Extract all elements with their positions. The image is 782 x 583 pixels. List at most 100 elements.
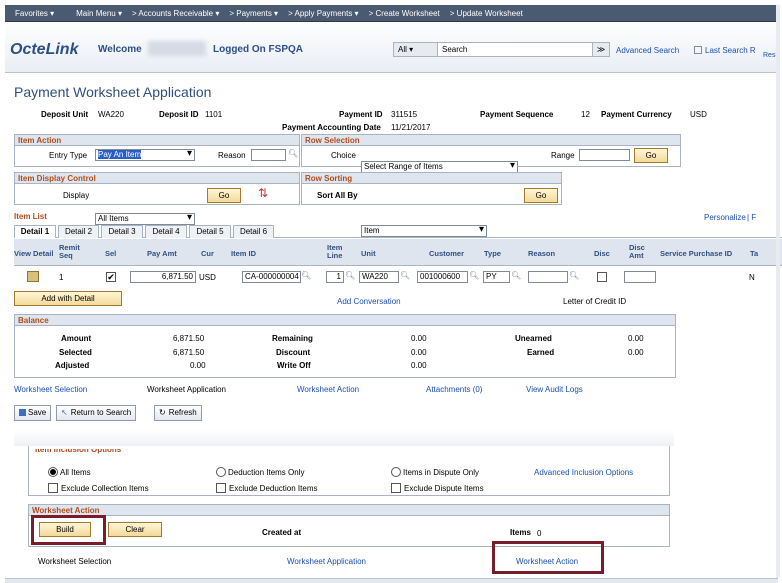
welcome-text: Welcome (98, 44, 142, 55)
reason-input[interactable] (251, 149, 286, 161)
save-button[interactable]: Save (14, 405, 52, 421)
row-reason-input[interactable] (528, 271, 568, 283)
payment-currency-label: Payment Currency (601, 110, 672, 119)
scrollbar[interactable] (776, 5, 780, 578)
breadcrumb-accounts-receivable[interactable]: > Accounts Receivable ▾ (132, 9, 219, 18)
items-in-dispute-only-radio[interactable] (391, 467, 401, 477)
search-icon[interactable]: 🔍︎ (288, 149, 298, 158)
worksheet-application-link[interactable]: Worksheet Application (287, 557, 366, 566)
attachments-link[interactable]: Attachments (0) (426, 385, 482, 394)
refresh-icon: ↻ (159, 408, 166, 417)
exclude-dispute-items-checkbox[interactable] (391, 483, 401, 493)
refresh-button[interactable]: ↻ Refresh (154, 405, 202, 421)
range-input[interactable] (579, 149, 630, 161)
tab-detail-5[interactable]: Detail 5 (189, 225, 231, 238)
amount-value: 6,871.50 (173, 334, 205, 343)
col-disc-amt: Disc Amt (629, 243, 645, 260)
type-lookup-icon[interactable]: 🔍︎ (511, 271, 521, 280)
payment-sequence-label: Payment Sequence (480, 110, 554, 119)
items-in-dispute-only-label: Items in Dispute Only (403, 468, 480, 477)
row-sorting-go-button[interactable]: Go (524, 188, 558, 203)
display-label: Display (63, 191, 90, 200)
row-unit-input[interactable]: WA220 (359, 271, 399, 283)
reason-label: Reason (218, 151, 246, 160)
row-disc-amt-input[interactable] (624, 271, 656, 283)
clear-button[interactable]: Clear (108, 522, 162, 537)
exclude-deduction-items-checkbox[interactable] (216, 483, 226, 493)
earned-label: Earned (527, 348, 555, 357)
breadcrumb-create-worksheet[interactable]: > Create Worksheet (369, 9, 440, 18)
return-to-search-button[interactable]: ↖ Return to Search (56, 405, 137, 421)
payment-accounting-date-label: Payment Accounting Date (282, 123, 381, 132)
add-with-detail-button[interactable]: Add with Detail (14, 291, 122, 306)
refresh-arrows-icon[interactable]: ⇅ (258, 186, 268, 200)
tab-detail-3[interactable]: Detail 3 (101, 225, 143, 238)
search-input[interactable]: Search (438, 43, 592, 56)
return-icon: ↖ (61, 408, 68, 417)
row-disc-checkbox[interactable] (597, 272, 607, 282)
advanced-search-link[interactable]: Advanced Search (616, 46, 679, 55)
bottom-strip (5, 578, 778, 583)
breadcrumb-payments[interactable]: > Payments ▾ (229, 9, 278, 18)
unit-lookup-icon[interactable]: 🔍︎ (400, 271, 410, 280)
row-item-id-input[interactable]: CA-000000004 (242, 271, 301, 283)
search-go-button[interactable]: ≫ (592, 43, 609, 56)
tab-detail-1[interactable]: Detail 1 (14, 225, 56, 238)
tab-detail-6[interactable]: Detail 6 (233, 225, 274, 238)
row-item-line-input[interactable]: 1 (326, 271, 344, 283)
advanced-inclusion-options-link[interactable]: Advanced Inclusion Options (534, 468, 633, 477)
col-sel: Sel (105, 249, 117, 258)
reason-lookup-icon[interactable]: 🔍︎ (569, 271, 579, 280)
view-detail-icon[interactable] (27, 271, 39, 282)
row-remit-seq: 1 (59, 273, 64, 282)
item-display-go-button[interactable]: Go (207, 188, 241, 203)
row-customer-input[interactable]: 001000600 (417, 271, 468, 283)
row-selection-header: Row Selection (302, 135, 680, 146)
worksheet-selection-link[interactable]: Worksheet Selection (14, 385, 87, 394)
col-remit-seq: Remit Seq (59, 243, 80, 260)
breadcrumb-apply-payments[interactable]: > Apply Payments ▾ (288, 9, 359, 18)
item-id-lookup-icon[interactable]: 🔍︎ (301, 271, 311, 280)
entry-type-select[interactable]: Pay An Item (95, 149, 195, 161)
tab-detail-4[interactable]: Detail 4 (145, 225, 187, 238)
amount-label: Amount (61, 334, 92, 343)
col-unit: Unit (361, 249, 376, 258)
add-conversation-link[interactable]: Add Conversation (337, 297, 401, 306)
customer-lookup-icon[interactable]: 🔍︎ (469, 271, 479, 280)
deduction-items-only-radio[interactable] (216, 467, 226, 477)
item-line-lookup-icon[interactable]: 🔍︎ (345, 271, 355, 280)
row-type-input[interactable]: PY (483, 271, 510, 283)
discount-label: Discount (276, 348, 311, 357)
all-items-radio[interactable] (48, 467, 58, 477)
worksheet-application-current: Worksheet Application (147, 385, 227, 394)
deposit-id-value: 1101 (205, 110, 223, 119)
col-disc: Disc (594, 249, 610, 258)
tab-detail-2[interactable]: Detail 2 (58, 225, 99, 238)
unearned-label: Unearned (515, 334, 552, 343)
row-pay-amt-input[interactable]: 6,871.50 (130, 271, 196, 283)
item-inclusion-options-header: Item Inclusion Options (35, 449, 122, 454)
view-audit-logs-link[interactable]: View Audit Logs (526, 385, 583, 394)
last-search-results-link[interactable]: Last Search R (694, 46, 756, 55)
row-select-checkbox[interactable]: ✔ (106, 272, 116, 282)
all-items-label: All Items (60, 468, 91, 477)
main-menu[interactable]: Main Menu ▾ (76, 9, 122, 18)
payment-id-value: 311515 (391, 110, 418, 119)
save-icon (19, 409, 26, 416)
page-title: Payment Worksheet Application (14, 84, 212, 100)
adjusted-label: Adjusted (55, 361, 90, 370)
row-selection-go-button[interactable]: Go (634, 148, 668, 163)
payment-currency-value: USD (690, 110, 707, 119)
personalize-link[interactable]: Personalize (704, 213, 746, 222)
personalize-separator: | F (747, 213, 757, 222)
items-label: Items (510, 528, 531, 537)
sort-all-by-label: Sort All By (317, 191, 358, 200)
worksheet-action-link[interactable]: Worksheet Action (297, 385, 359, 394)
exclude-collection-items-checkbox[interactable] (48, 483, 58, 493)
display-select[interactable]: All Items (95, 213, 195, 225)
row-sorting-group: Row Sorting (301, 172, 562, 205)
created-at-label: Created at (262, 528, 302, 537)
breadcrumb-update-worksheet[interactable]: > Update Worksheet (450, 9, 523, 18)
search-scope-select[interactable]: All ▾ (394, 43, 438, 56)
favorites-menu[interactable]: Favorites ▾ (15, 9, 54, 18)
